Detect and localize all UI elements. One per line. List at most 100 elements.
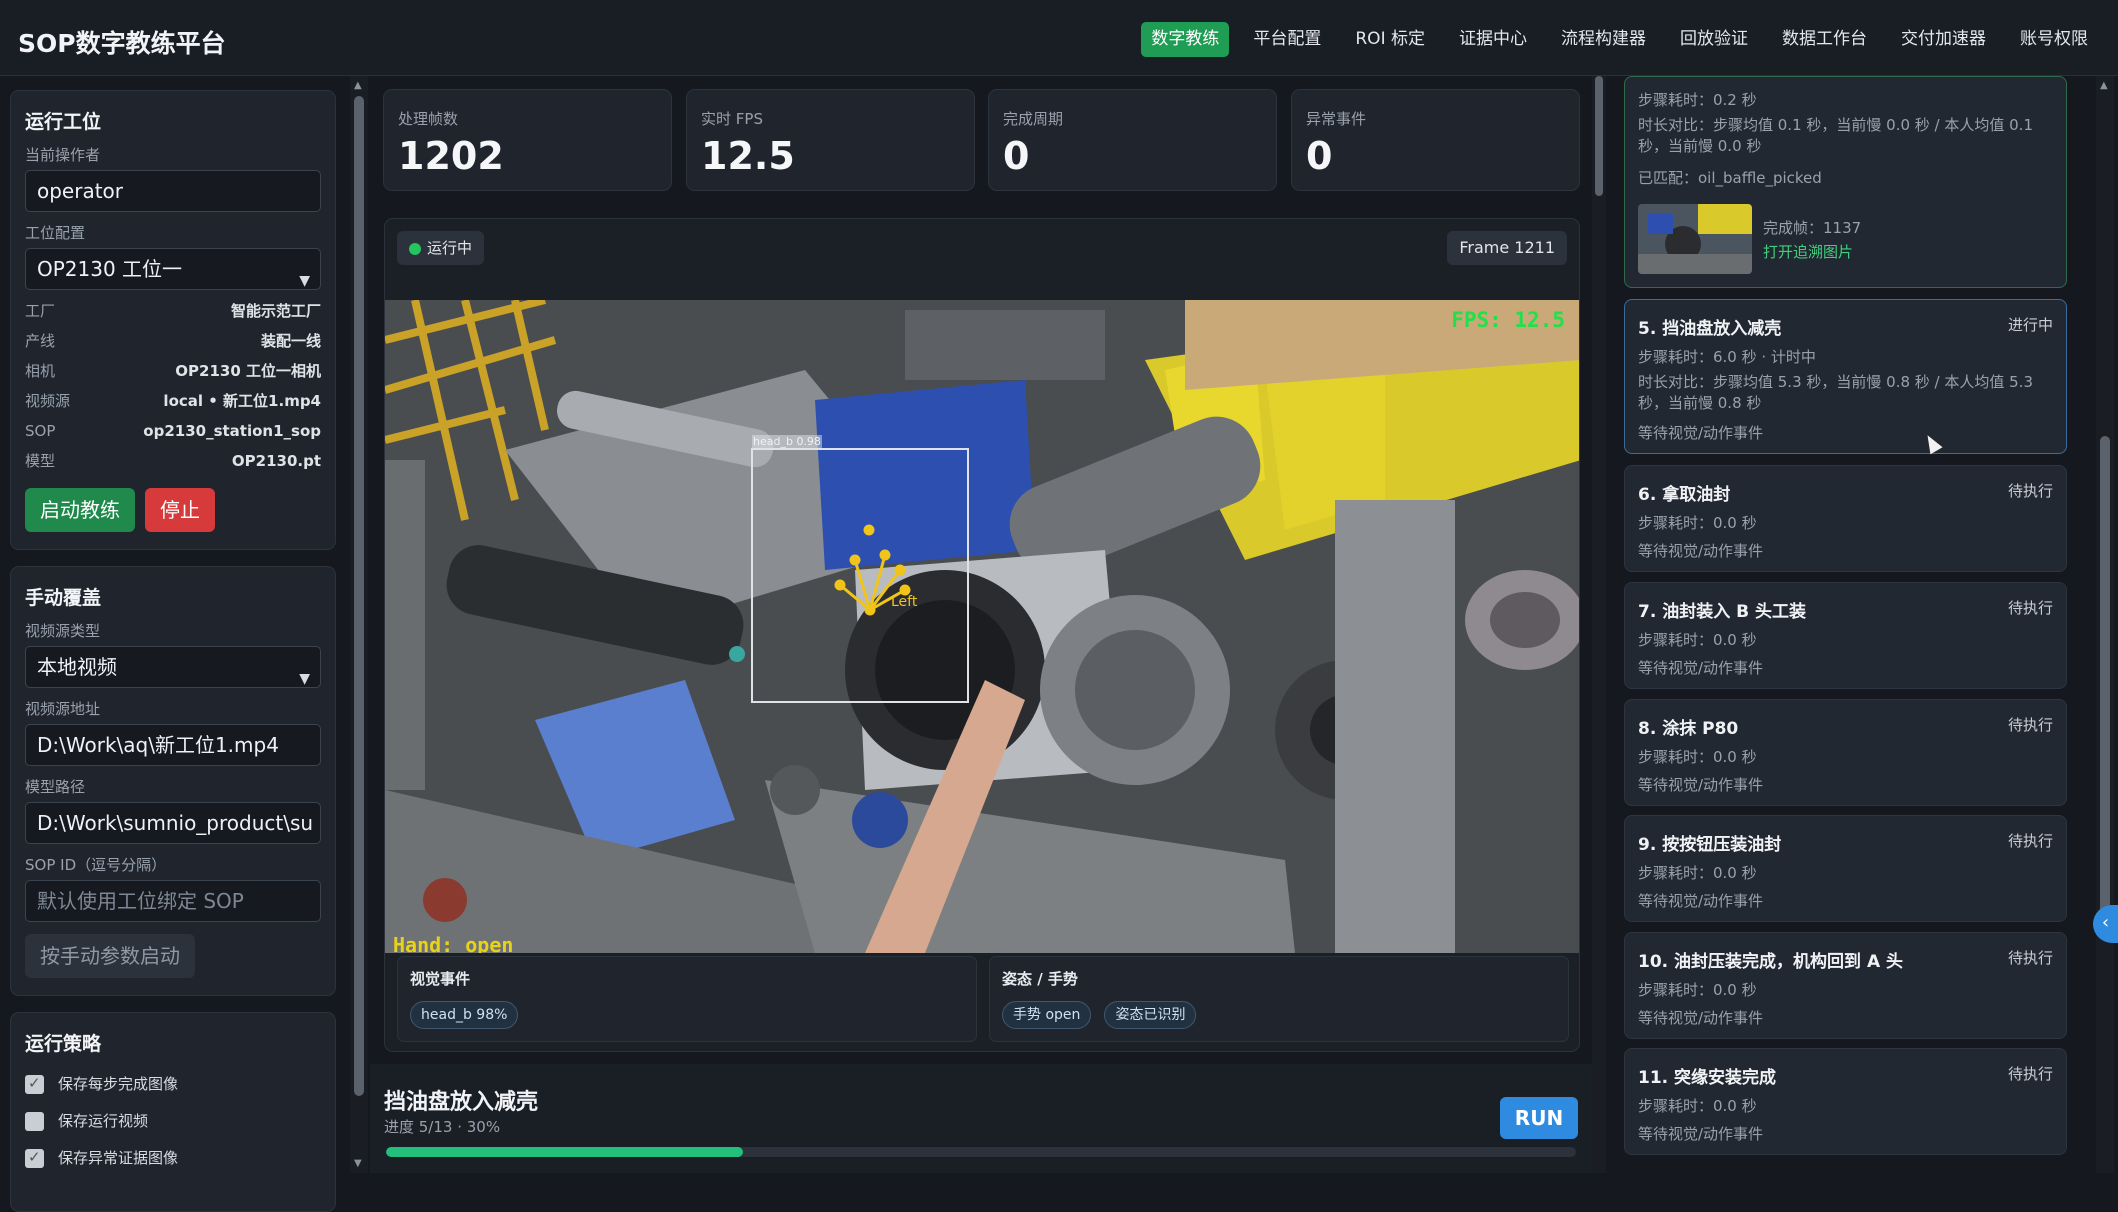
step-status: 待执行 bbox=[2007, 716, 2053, 734]
policy-option[interactable]: 保存运行视频 bbox=[25, 1103, 321, 1140]
step-duration: 步骤耗时：0.0 秒 bbox=[1638, 514, 1757, 532]
nav-flow-builder[interactable]: 流程构建器 bbox=[1551, 22, 1656, 57]
step-status: 待执行 bbox=[2007, 1065, 2053, 1083]
step-duration: 步骤耗时：0.0 秒 bbox=[1638, 748, 1757, 766]
info-row-factory: 工厂 智能示范工厂 bbox=[25, 296, 321, 326]
checkbox[interactable] bbox=[25, 1139, 44, 1176]
step-card-10[interactable]: 10. 油封压装完成，机构回到 A 头 待执行 步骤耗时：0.0 秒 等待视觉/… bbox=[1624, 932, 2067, 1039]
stat-card-frames: 处理帧数 1202 bbox=[383, 89, 672, 191]
nav-digital-coach[interactable]: 数字教练 bbox=[1141, 22, 1230, 57]
step-title: 10. 油封压装完成，机构回到 A 头 bbox=[1638, 952, 1904, 972]
policy-panel: 运行策略 保存每步完成图像 保存运行视频 保存异常证据图像 bbox=[10, 1012, 336, 1212]
nav-delivery-accelerator[interactable]: 交付加速器 bbox=[1891, 22, 1996, 57]
info-row-sop: SOP op2130_station1_sop bbox=[25, 416, 321, 446]
manual-title: 手动覆盖 bbox=[25, 587, 102, 609]
sop-id-label: SOP ID（逗号分隔） bbox=[25, 856, 167, 874]
nav-data-workbench[interactable]: 数据工作台 bbox=[1772, 22, 1877, 57]
nav-platform-config[interactable]: 平台配置 bbox=[1243, 22, 1331, 57]
scroll-up-icon[interactable]: ▲ bbox=[2100, 80, 2108, 91]
camera-frame-image bbox=[385, 300, 1579, 953]
station-config-select[interactable]: OP2130 工位一 ▼ bbox=[25, 248, 321, 290]
step-card-6[interactable]: 6. 拿取油封 待执行 步骤耗时：0.0 秒 等待视觉/动作事件 bbox=[1624, 465, 2067, 572]
chevron-down-icon: ▼ bbox=[299, 273, 310, 289]
video-panel: 运行中 Frame 1211 FPS: 12.5 Hand: open head… bbox=[384, 218, 1580, 1052]
checkbox[interactable] bbox=[25, 1112, 44, 1131]
step-duration: 步骤耗时：0.0 秒 bbox=[1638, 981, 1757, 999]
step-note: 等待视觉/动作事件 bbox=[1638, 659, 1764, 677]
policy-option[interactable]: 保存每步完成图像 bbox=[25, 1065, 321, 1103]
step-card-7[interactable]: 7. 油封装入 B 头工装 待执行 步骤耗时：0.0 秒 等待视觉/动作事件 bbox=[1624, 582, 2067, 689]
station-info: 工厂 智能示范工厂 产线 装配一线 相机 OP2130 工位一相机 视频源 local … bbox=[25, 296, 321, 476]
stat-label: 异常事件 bbox=[1306, 110, 1367, 128]
source-url-input[interactable]: D:\Work\aq\新工位1.mp4 bbox=[25, 724, 321, 766]
info-value: OP2130.pt bbox=[231, 452, 321, 470]
center-scrollbar[interactable] bbox=[1592, 76, 1606, 1173]
source-type-value: 本地视频 bbox=[37, 655, 117, 679]
step-note: 等待视觉/动作事件 bbox=[1638, 424, 1764, 442]
left-sidebar: 运行工位 当前操作者 operator 工位配置 OP2130 工位一 ▼ 工厂… bbox=[10, 90, 336, 1212]
nav-roi-calibration[interactable]: ROI 标定 bbox=[1345, 22, 1435, 57]
stat-card-cycles: 完成周期 0 bbox=[988, 89, 1277, 191]
center-scroll-thumb[interactable] bbox=[1595, 76, 1603, 196]
step-status: 待执行 bbox=[2007, 832, 2053, 850]
model-path-input[interactable]: D:\Work\sumnio_product\su bbox=[25, 802, 321, 844]
manual-override-panel: 手动覆盖 视频源类型 本地视频 ▼ 视频源地址 D:\Work\aq\新工位1.… bbox=[10, 566, 336, 996]
progress-track bbox=[386, 1147, 1576, 1157]
camera-feed[interactable]: FPS: 12.5 Hand: open head_b 0.98 Left bbox=[385, 300, 1579, 953]
step-card-9[interactable]: 9. 按按钮压装油封 待执行 步骤耗时：0.0 秒 等待视觉/动作事件 bbox=[1624, 815, 2067, 922]
step-status: 待执行 bbox=[2007, 482, 2053, 500]
step-card-5[interactable]: 5. 挡油盘放入减壳 进行中 步骤耗时：6.0 秒 · 计时中 时长对比：步骤均… bbox=[1624, 299, 2067, 454]
prev-step-frame: 完成帧：1137 bbox=[1763, 219, 1862, 237]
right-scrollbar[interactable]: ▲ bbox=[2096, 76, 2114, 1173]
visual-events-chips: head_b 98% bbox=[410, 1001, 526, 1029]
stat-card-anomalies: 异常事件 0 bbox=[1291, 89, 1580, 191]
left-scroll-thumb[interactable] bbox=[354, 96, 364, 1096]
run-button[interactable]: RUN bbox=[1500, 1097, 1578, 1139]
stop-button[interactable]: 停止 bbox=[145, 488, 215, 532]
step-note: 等待视觉/动作事件 bbox=[1638, 776, 1764, 794]
policy-option[interactable]: 保存异常证据图像 bbox=[25, 1139, 321, 1177]
model-path-label: 模型路径 bbox=[25, 778, 86, 796]
prev-step-duration: 步骤耗时：0.2 秒 bbox=[1638, 91, 1757, 109]
sop-id-input[interactable]: 默认使用工位绑定 SOP bbox=[25, 880, 321, 922]
nav-account-permissions[interactable]: 账号权限 bbox=[2010, 22, 2098, 57]
policy-option-label: 保存每步完成图像 bbox=[58, 1075, 179, 1093]
operator-input[interactable]: operator bbox=[25, 170, 321, 212]
prev-step-compare: 时长对比：步骤均值 0.1 秒，当前慢 0.0 秒 / 本人均值 0.1 秒，当… bbox=[1638, 116, 2033, 155]
stat-value: 0 bbox=[1306, 134, 1333, 178]
scroll-down-icon[interactable]: ▼ bbox=[354, 1158, 362, 1169]
info-key: SOP bbox=[25, 422, 56, 440]
step-duration: 步骤耗时：6.0 秒 · 计时中 bbox=[1638, 348, 1816, 366]
source-type-select[interactable]: 本地视频 ▼ bbox=[25, 646, 321, 688]
scroll-up-icon[interactable]: ▲ bbox=[354, 80, 362, 91]
info-key: 模型 bbox=[25, 452, 56, 470]
left-scrollbar[interactable]: ▲ ▼ bbox=[350, 76, 368, 1173]
manual-start-button[interactable]: 按手动参数启动 bbox=[25, 934, 195, 978]
step-title: 8. 涂抹 P80 bbox=[1638, 719, 1739, 739]
step-note: 等待视觉/动作事件 bbox=[1638, 1125, 1764, 1143]
checkbox[interactable] bbox=[25, 1065, 44, 1102]
running-status-badge: 运行中 bbox=[397, 231, 485, 265]
progress-fill bbox=[386, 1147, 743, 1157]
frame-counter-badge: Frame 1211 bbox=[1447, 231, 1567, 265]
step-card-8[interactable]: 8. 涂抹 P80 待执行 步骤耗时：0.0 秒 等待视觉/动作事件 bbox=[1624, 699, 2067, 806]
step-note: 等待视觉/动作事件 bbox=[1638, 542, 1764, 560]
evidence-thumbnail[interactable] bbox=[1638, 204, 1752, 274]
right-scroll-thumb[interactable] bbox=[2100, 436, 2110, 936]
policy-title: 运行策略 bbox=[25, 1033, 102, 1055]
pose-events-box: 姿态 / 手势 手势 open 姿态已识别 bbox=[989, 956, 1569, 1042]
hand-state-overlay: Hand: open bbox=[393, 933, 514, 953]
nav-replay-verify[interactable]: 回放验证 bbox=[1670, 22, 1758, 57]
start-coach-button[interactable]: 启动教练 bbox=[25, 488, 135, 532]
station-title: 运行工位 bbox=[25, 111, 102, 133]
open-trace-image-link[interactable]: 打开追溯图片 bbox=[1763, 241, 1853, 262]
info-row-line: 产线 装配一线 bbox=[25, 326, 321, 356]
step-card-11[interactable]: 11. 突缘安装完成 待执行 步骤耗时：0.0 秒 等待视觉/动作事件 bbox=[1624, 1048, 2067, 1155]
info-value: 智能示范工厂 bbox=[230, 302, 321, 320]
info-value: 装配一线 bbox=[260, 332, 321, 350]
info-value: op2130_station1_sop bbox=[143, 422, 321, 440]
nav-evidence-center[interactable]: 证据中心 bbox=[1449, 22, 1537, 57]
info-value: OP2130 工位一相机 bbox=[175, 362, 321, 380]
main-nav: 数字教练 平台配置 ROI 标定 证据中心 流程构建器 回放验证 数据工作台 交… bbox=[1141, 22, 2098, 57]
step-compare: 时长对比：步骤均值 5.3 秒，当前慢 0.8 秒 / 本人均值 5.3 秒，当… bbox=[1638, 373, 2033, 412]
